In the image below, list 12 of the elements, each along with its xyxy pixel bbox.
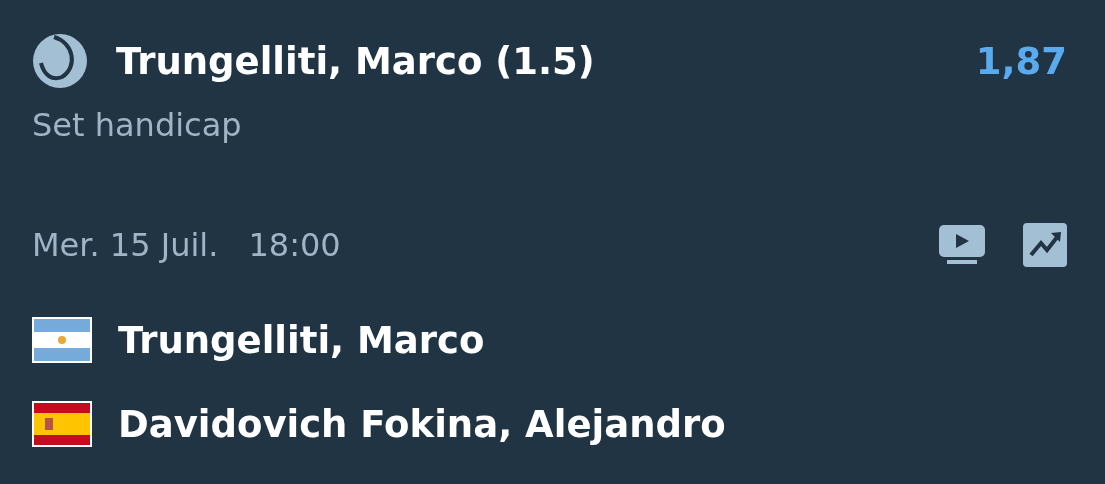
player-name: Trungelliti, Marco — [118, 318, 485, 362]
odds-value[interactable]: 1,87 — [975, 39, 1067, 83]
market-label: Set handicap — [32, 106, 243, 144]
tennis-ball-icon — [32, 33, 88, 89]
event-date: Mer. 15 Juil. — [32, 226, 219, 264]
statistics-icon[interactable] — [1023, 223, 1067, 267]
live-stream-icon[interactable] — [939, 225, 985, 265]
player-name: Davidovich Fokina, Alejandro — [118, 402, 726, 446]
argentina-flag-icon — [32, 317, 92, 363]
spain-flag-icon — [32, 401, 92, 447]
selection-name: Trungelliti, Marco (1.5) — [116, 39, 596, 83]
event-time: 18:00 — [248, 226, 342, 264]
